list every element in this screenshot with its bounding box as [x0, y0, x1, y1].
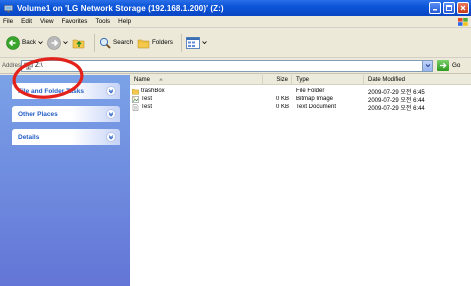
- folders-button[interactable]: Folders: [137, 37, 173, 49]
- task-group-title: Other Places: [18, 110, 58, 118]
- network-drive-icon: [4, 4, 13, 12]
- maximize-icon: [446, 5, 452, 11]
- task-group-file-folder-tasks[interactable]: File and Folder Tasks: [12, 83, 120, 99]
- search-button[interactable]: Search: [99, 37, 133, 49]
- expand-chevron-icon[interactable]: [106, 132, 116, 142]
- column-header-type[interactable]: Type: [292, 75, 364, 84]
- chevron-down-icon: [202, 41, 207, 45]
- toolbar-separator: [94, 33, 95, 52]
- sort-ascending-icon: [158, 78, 163, 81]
- file-type: File Folder: [296, 88, 325, 94]
- chevron-down-icon: [63, 41, 68, 45]
- column-header-row: Name Size Type Date Modified: [130, 75, 471, 85]
- file-type: Text Document: [296, 104, 337, 110]
- back-label: Back: [22, 39, 36, 46]
- task-group-title: Details: [18, 133, 40, 141]
- folders-label: Folders: [151, 39, 173, 46]
- file-name: Test: [141, 96, 153, 102]
- address-bar: Address Z:\ Go: [0, 58, 471, 74]
- file-size: 0 KB: [275, 104, 289, 110]
- file-name-cell: trashBox: [130, 88, 263, 95]
- minimize-icon: [433, 9, 437, 11]
- address-dropdown-button[interactable]: [422, 60, 432, 71]
- address-input[interactable]: Z:\: [21, 59, 433, 72]
- file-type: Bitmap Image: [296, 96, 334, 102]
- folder-icon: [132, 88, 139, 94]
- menu-view[interactable]: View: [40, 18, 54, 25]
- file-row[interactable]: Test 0 KB Text Document 2009-07-29 오전 6:…: [130, 103, 471, 112]
- forward-button[interactable]: [47, 35, 68, 50]
- network-drive-icon: [24, 62, 33, 69]
- file-date-modified: 2009-07-29 오전 6:44: [368, 105, 425, 112]
- file-name-cell: Test: [130, 103, 263, 111]
- close-icon: [460, 5, 466, 11]
- file-name: trashBox: [141, 88, 165, 94]
- go-button[interactable]: Go: [437, 60, 460, 71]
- search-icon: [99, 37, 111, 49]
- menu-tools[interactable]: Tools: [95, 18, 110, 25]
- expand-chevron-icon[interactable]: [106, 86, 116, 96]
- file-name-cell: Test: [130, 95, 263, 103]
- file-size: 0 KB: [275, 96, 289, 102]
- text-document-icon: [132, 103, 139, 111]
- task-pane: File and Folder Tasks Other Places Detai…: [0, 75, 130, 286]
- task-group-title: File and Folder Tasks: [18, 87, 84, 95]
- maximize-button[interactable]: [443, 2, 455, 14]
- file-list: Name Size Type Date Modified trashBox Fi…: [130, 75, 471, 286]
- column-header-label: Name: [134, 77, 151, 83]
- up-folder-icon: [72, 39, 85, 48]
- column-header-date-modified[interactable]: Date Modified: [364, 75, 471, 84]
- chevron-down-icon: [38, 41, 43, 45]
- standard-toolbar: Back Search Folders: [0, 28, 471, 58]
- go-arrow-icon: [437, 60, 449, 71]
- expand-chevron-icon[interactable]: [106, 109, 116, 119]
- toolbar-separator: [180, 33, 182, 52]
- minimize-button[interactable]: [429, 2, 441, 14]
- address-label: Address: [2, 62, 25, 69]
- back-button[interactable]: Back: [6, 35, 43, 50]
- menu-file[interactable]: File: [3, 18, 13, 25]
- windows-logo-icon: [458, 18, 468, 26]
- window-title: Volume1 on 'LG Network Storage (192.168.…: [17, 3, 224, 13]
- menu-edit[interactable]: Edit: [21, 18, 32, 25]
- chevron-down-icon: [425, 64, 430, 68]
- explorer-window: Volume1 on 'LG Network Storage (192.168.…: [0, 0, 471, 286]
- go-label: Go: [452, 62, 461, 69]
- up-folder-button[interactable]: [72, 36, 86, 50]
- back-arrow-icon: [6, 35, 20, 50]
- column-header-size[interactable]: Size: [263, 75, 292, 84]
- title-bar[interactable]: Volume1 on 'LG Network Storage (192.168.…: [0, 0, 471, 16]
- address-value: Z:\: [35, 62, 43, 69]
- views-icon: [186, 36, 200, 49]
- forward-arrow-icon: [47, 35, 61, 50]
- menu-help[interactable]: Help: [118, 18, 131, 25]
- menu-favorites[interactable]: Favorites: [62, 18, 88, 25]
- column-header-name[interactable]: Name: [130, 75, 263, 84]
- file-name: Test: [141, 104, 153, 110]
- close-button[interactable]: [457, 2, 469, 14]
- views-button[interactable]: [186, 36, 207, 49]
- folders-icon: [137, 39, 150, 48]
- task-group-details[interactable]: Details: [12, 129, 120, 145]
- task-group-other-places[interactable]: Other Places: [12, 106, 120, 122]
- bitmap-icon: [132, 95, 139, 103]
- menu-bar: File Edit View Favorites Tools Help: [0, 16, 471, 28]
- search-label: Search: [113, 39, 133, 46]
